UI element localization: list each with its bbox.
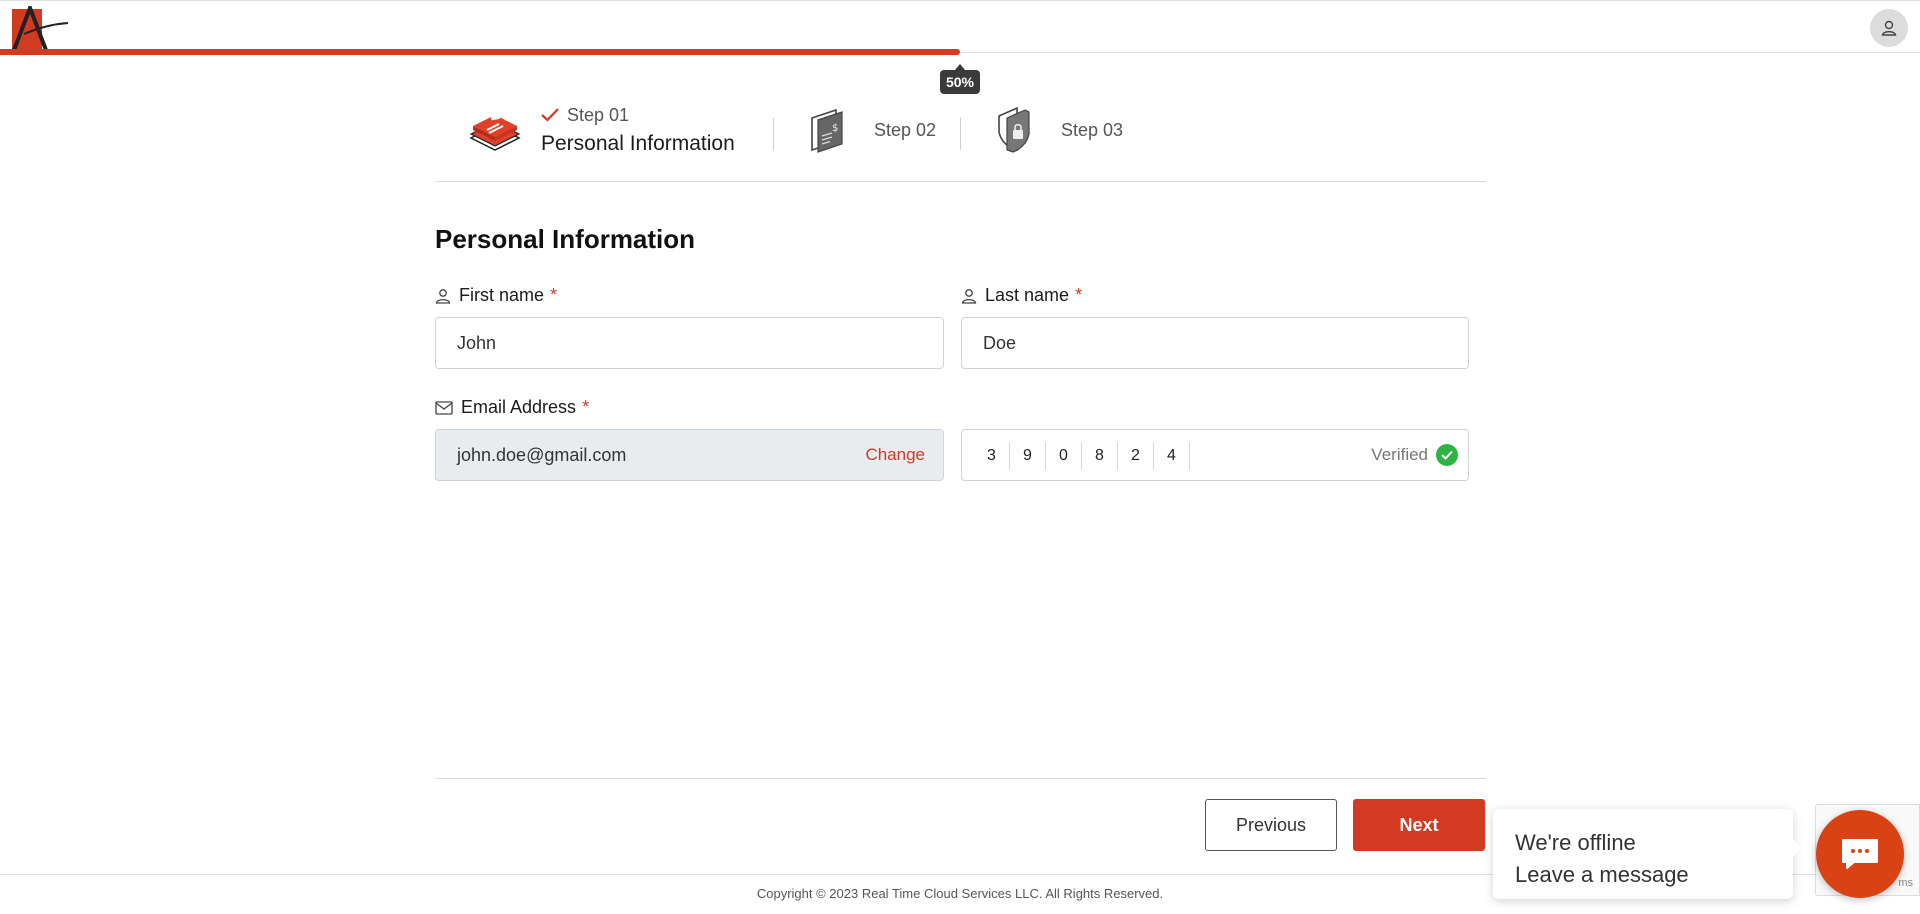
verified-check-icon	[1436, 444, 1458, 466]
step-divider	[773, 118, 774, 150]
change-email-link[interactable]: Change	[865, 445, 925, 465]
payment-card-icon: $	[811, 108, 843, 153]
step-divider	[960, 118, 961, 150]
page-title: Personal Information	[435, 224, 696, 254]
user-account-icon[interactable]	[1870, 9, 1908, 47]
chat-leave-message-line: Leave a message	[1515, 862, 1689, 887]
step-02[interactable]: $ Step 02	[802, 90, 936, 170]
otp-digit[interactable]: 2	[1118, 442, 1154, 470]
security-shield-icon	[998, 106, 1030, 153]
otp-digit[interactable]: 8	[1082, 442, 1118, 470]
step-name: Personal Information	[541, 131, 735, 155]
last-name-field[interactable]: Doe	[961, 317, 1469, 369]
step-personal-information[interactable]: Step 01 Personal Information	[465, 90, 735, 170]
first-name-field[interactable]: John	[435, 317, 944, 369]
otp-digit[interactable]: 0	[1046, 442, 1082, 470]
last-name-label: Last name *	[961, 285, 1082, 306]
check-icon	[541, 108, 559, 122]
chat-offline-line: We're offline	[1515, 830, 1636, 855]
progress-bar	[0, 49, 1920, 55]
otp-digit[interactable]: 3	[974, 442, 1010, 470]
user-icon	[961, 288, 977, 304]
otp-verification-field: 390824 Verified	[961, 429, 1469, 481]
top-header	[0, 0, 1920, 53]
email-field: john.doe@gmail.com Change	[435, 429, 944, 481]
previous-button[interactable]: Previous	[1205, 799, 1337, 851]
first-name-label: First name *	[435, 285, 557, 306]
step-number: Step 01	[567, 104, 630, 125]
envelope-icon	[435, 400, 453, 415]
otp-digit[interactable]: 9	[1010, 442, 1046, 470]
chat-launcher-button[interactable]	[1816, 810, 1904, 898]
verified-status: Verified	[1371, 444, 1458, 466]
user-icon	[435, 288, 451, 304]
otp-digits: 390824	[974, 442, 1190, 470]
step-label: Step 03	[1061, 119, 1124, 140]
next-button[interactable]: Next	[1353, 799, 1485, 851]
company-logo[interactable]	[10, 6, 70, 52]
step-label: Step 02	[874, 119, 937, 140]
otp-digit[interactable]: 4	[1154, 442, 1190, 470]
svg-text:$: $	[832, 123, 838, 134]
email-label: Email Address *	[435, 397, 589, 418]
step-03[interactable]: Step 03	[989, 90, 1123, 170]
form-divider	[435, 778, 1486, 779]
chat-offline-message[interactable]: We're offline Leave a message	[1493, 809, 1802, 899]
chat-icon	[1842, 839, 1878, 869]
id-card-icon	[469, 113, 521, 151]
progress-bar-fill	[0, 49, 960, 55]
step-indicator: Step 01 Personal Information $ Step 02 S…	[435, 90, 1486, 182]
